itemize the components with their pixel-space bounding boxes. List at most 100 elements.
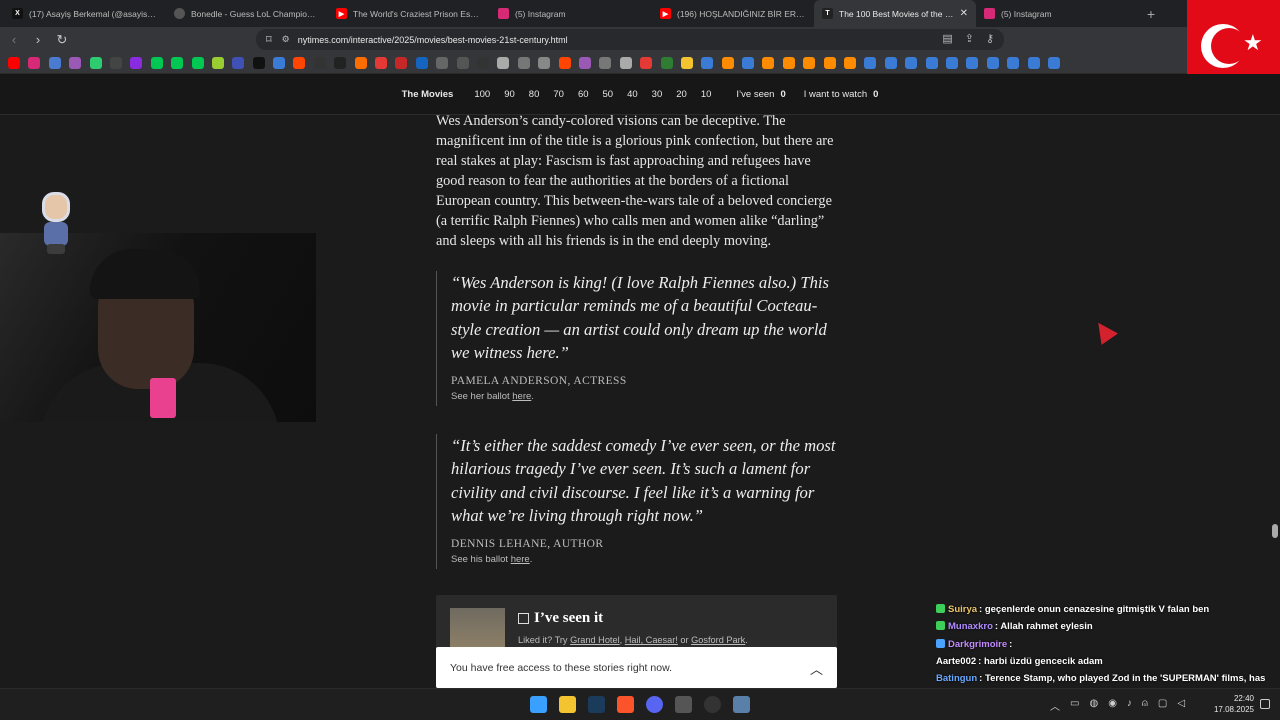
tab[interactable]: ▶ The World's Craziest Prison Escape - (328, 0, 490, 27)
rank-link-30[interactable]: 30 (652, 89, 663, 100)
bookmark-favicon-icon[interactable] (1027, 56, 1040, 69)
rank-link-20[interactable]: 20 (676, 89, 687, 100)
rank-link-10[interactable]: 10 (701, 89, 712, 100)
tab[interactable]: (5) Instagram (976, 0, 1138, 27)
brave-icon[interactable] (617, 696, 634, 713)
share-icon[interactable]: ⇪ (965, 32, 974, 45)
bookmark-favicon-icon[interactable] (130, 56, 143, 69)
movies-brand-link[interactable]: The Movies (402, 89, 454, 100)
suggestion-link[interactable]: Gosford Park (691, 635, 745, 645)
volume-icon[interactable]: ♪ (1127, 698, 1132, 713)
bookmark-favicon-icon[interactable] (1047, 56, 1060, 69)
bookmark-favicon-icon[interactable] (721, 56, 734, 69)
bookmark-favicon-icon[interactable] (538, 56, 551, 69)
bookmark-favicon-icon[interactable] (28, 56, 41, 69)
system-clock[interactable]: 22:40 17.08.2025 (1210, 693, 1254, 715)
bookmark-favicon-icon[interactable] (89, 56, 102, 69)
bookmark-favicon-icon[interactable] (803, 56, 816, 69)
microphone-icon[interactable]: ⍝ (1142, 698, 1148, 713)
bookmark-favicon-icon[interactable] (823, 56, 836, 69)
ballot-link[interactable]: here (512, 391, 531, 402)
bookmark-favicon-icon[interactable] (476, 56, 489, 69)
tab[interactable]: X (17) Asayiş Berkemal (@asayisberkem (4, 0, 166, 27)
steam-icon[interactable] (588, 696, 605, 713)
suggestion-link[interactable]: Grand Hotel (570, 635, 620, 645)
tab[interactable]: ▶ (196) HOŞLANDIĞINIZ BİR ERKEĞE S (652, 0, 814, 27)
bookmark-favicon-icon[interactable] (109, 56, 122, 69)
bookmark-favicon-icon[interactable] (48, 56, 61, 69)
close-icon[interactable]: ✕ (960, 8, 968, 19)
suggestion-link[interactable]: Hail, Caesar! (625, 635, 678, 645)
bookmark-favicon-icon[interactable] (945, 56, 958, 69)
back-button[interactable]: ‹ (4, 30, 24, 50)
bookmark-favicon-icon[interactable] (1007, 56, 1020, 69)
discord-icon[interactable] (646, 696, 663, 713)
steam-tray-icon[interactable]: ◉ (1108, 698, 1117, 713)
bookmark-favicon-icon[interactable] (640, 56, 653, 69)
bookmark-favicon-icon[interactable] (925, 56, 938, 69)
rank-link-80[interactable]: 80 (529, 89, 540, 100)
bookmark-favicon-icon[interactable] (742, 56, 755, 69)
bookmark-favicon-icon[interactable] (619, 56, 632, 69)
bookmark-favicon-icon[interactable] (701, 56, 714, 69)
bookmark-favicon-icon[interactable] (578, 56, 591, 69)
rank-link-70[interactable]: 70 (553, 89, 564, 100)
app-icon[interactable] (733, 696, 750, 713)
bookmark-favicon-icon[interactable] (517, 56, 530, 69)
bookmark-favicon-icon[interactable] (599, 56, 612, 69)
bookmark-favicon-icon[interactable] (191, 56, 204, 69)
bookmark-favicon-icon[interactable] (986, 56, 999, 69)
bookmark-favicon-icon[interactable] (395, 56, 408, 69)
bookmark-favicon-icon[interactable] (456, 56, 469, 69)
rank-link-50[interactable]: 50 (603, 89, 614, 100)
bookmark-favicon-icon[interactable] (558, 56, 571, 69)
bookmark-favicon-icon[interactable] (334, 56, 347, 69)
notification-icon[interactable] (1260, 699, 1270, 709)
key-icon[interactable]: ⚷ (986, 32, 994, 45)
rank-link-90[interactable]: 90 (504, 89, 515, 100)
tab[interactable]: Bonedle - Guess LoL Champion base (166, 0, 328, 27)
bookmark-favicon-icon[interactable] (415, 56, 428, 69)
new-tab-button[interactable]: + (1138, 0, 1164, 27)
bookmark-favicon-icon[interactable] (313, 56, 326, 69)
bookmark-favicon-icon[interactable] (375, 56, 388, 69)
reader-mode-icon[interactable]: ▤ (942, 32, 952, 45)
bookmark-favicon-icon[interactable] (171, 56, 184, 69)
file-explorer-icon[interactable] (559, 696, 576, 713)
app-icon[interactable] (675, 696, 692, 713)
network-icon[interactable]: ◍ (1089, 698, 1098, 713)
chevron-up-icon[interactable]: ︿ (810, 659, 823, 678)
bookmark-icon[interactable]: ⌑ (266, 33, 272, 46)
bookmark-favicon-icon[interactable] (680, 56, 693, 69)
tab-active[interactable]: T The 100 Best Movies of the 21st ✕ (814, 0, 976, 27)
battery-icon[interactable]: ▭ (1070, 698, 1079, 713)
bookmark-favicon-icon[interactable] (273, 56, 286, 69)
bookmark-favicon-icon[interactable] (150, 56, 163, 69)
bookmark-favicon-icon[interactable] (864, 56, 877, 69)
monitor-icon[interactable]: ▢ (1158, 698, 1167, 713)
windows-start-icon[interactable] (530, 696, 547, 713)
scrollbar-thumb[interactable] (1272, 524, 1278, 538)
rank-link-60[interactable]: 60 (578, 89, 589, 100)
checkbox-icon[interactable] (518, 613, 529, 624)
address-bar[interactable]: ⌑ ⚙ nytimes.com/interactive/2025/movies/… (256, 29, 1004, 50)
free-access-banner[interactable]: You have free access to these stories ri… (436, 647, 837, 688)
bookmark-favicon-icon[interactable] (232, 56, 245, 69)
ballot-link[interactable]: here (511, 554, 530, 565)
obs-icon[interactable] (704, 696, 721, 713)
bookmark-favicon-icon[interactable] (884, 56, 897, 69)
bookmark-favicon-icon[interactable] (293, 56, 306, 69)
bookmark-favicon-icon[interactable] (497, 56, 510, 69)
bookmark-favicon-icon[interactable] (762, 56, 775, 69)
reload-button[interactable]: ↻ (52, 30, 72, 50)
watch-filter[interactable]: I want to watch 0 (804, 89, 879, 100)
bookmark-favicon-icon[interactable] (782, 56, 795, 69)
bookmark-favicon-icon[interactable] (354, 56, 367, 69)
bookmark-favicon-icon[interactable] (905, 56, 918, 69)
rank-link-100[interactable]: 100 (474, 89, 490, 100)
speaker-icon[interactable]: ◁ (1177, 698, 1185, 713)
seen-it-checkbox[interactable]: I’ve seen it (518, 610, 603, 627)
bookmark-favicon-icon[interactable] (844, 56, 857, 69)
bookmark-favicon-icon[interactable] (660, 56, 673, 69)
tab[interactable]: (5) Instagram (490, 0, 652, 27)
